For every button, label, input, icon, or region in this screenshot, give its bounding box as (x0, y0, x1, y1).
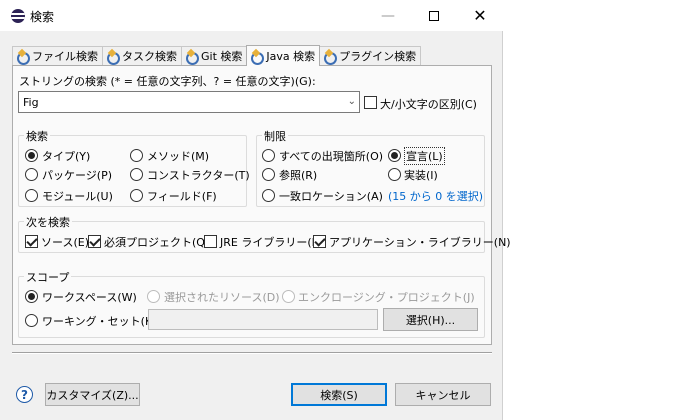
radio-declarations-label: 宣言(L) (404, 147, 445, 165)
working-set-field[interactable] (148, 309, 378, 330)
radio-implementors[interactable] (388, 168, 401, 181)
search-button[interactable]: 検索(S) (291, 383, 387, 406)
choose-working-set-button[interactable]: 選択(H)... (383, 308, 478, 331)
select-match-locations-link[interactable]: (15 から 0 を選択) (388, 188, 483, 204)
radio-selected-resources[interactable] (147, 290, 160, 303)
radio-module-label: モジュール(U) (42, 190, 113, 203)
radio-enclosing-projects-label: エンクロージング・プロジェクト(J) (298, 291, 475, 304)
jre-libraries-checkbox[interactable] (204, 235, 217, 248)
radio-field[interactable] (130, 189, 143, 202)
tab-plugin-search[interactable]: プラグイン検索 (319, 46, 422, 65)
close-icon: ✕ (473, 6, 487, 25)
app-libraries-label: アプリケーション・ライブラリー(N) (329, 236, 511, 249)
case-sensitive-checkbox[interactable] (364, 96, 377, 109)
search-string-combo[interactable]: Fig ⌄ (18, 91, 360, 113)
search-tab-icon (106, 50, 120, 65)
radio-module[interactable] (25, 189, 38, 202)
scope-title: スコープ (24, 269, 72, 285)
close-button[interactable]: ✕ (457, 0, 503, 31)
radio-working-set[interactable] (25, 314, 38, 327)
search-string-value: Fig (23, 96, 39, 109)
tab-label: Git 検索 (201, 50, 243, 63)
help-icon[interactable]: ? (16, 386, 33, 403)
search-tab-icon (323, 50, 338, 65)
chevron-down-icon[interactable]: ⌄ (348, 96, 356, 107)
tab-label: プラグイン検索 (339, 50, 417, 63)
eclipse-icon (11, 9, 25, 23)
tab-label: Java 検索 (266, 50, 316, 63)
search-string-label: ストリングの検索 (* = 任意の文字列、? = 任意の文字)(G): (19, 75, 316, 88)
radio-implementors-label: 実装(I) (404, 169, 438, 182)
search-dialog: 検索 — ✕ ファイル検索 タスク検索 Git 検索 Java 検索 プラグイン… (0, 0, 511, 420)
radio-constructor[interactable] (130, 168, 143, 181)
required-projects-checkbox[interactable] (88, 235, 101, 248)
radio-match-locations[interactable] (262, 189, 275, 202)
tab-strip: ファイル検索 タスク検索 Git 検索 Java 検索 プラグイン検索 (12, 45, 422, 66)
radio-match-locations-label: 一致ロケーション(A) (279, 190, 383, 203)
tab-git-search[interactable]: Git 検索 (181, 46, 248, 65)
minimize-icon: — (381, 7, 395, 24)
cancel-button[interactable]: キャンセル (395, 383, 491, 406)
search-for-title: 検索 (24, 128, 50, 144)
radio-type[interactable] (25, 149, 38, 162)
required-projects-label: 必須プロジェクト(Q) (104, 236, 210, 249)
divider (12, 352, 492, 354)
radio-workspace-label: ワークスペース(W) (42, 291, 137, 304)
search-tab-icon (250, 50, 265, 65)
radio-all-occurrences-label: すべての出現箇所(O) (279, 150, 384, 163)
radio-references-label: 参照(R) (279, 169, 318, 182)
window-title: 検索 (30, 10, 55, 24)
minimize-button[interactable]: — (365, 0, 411, 31)
source-checkbox[interactable] (25, 235, 38, 248)
radio-enclosing-projects[interactable] (282, 290, 295, 303)
search-in-title: 次を検索 (24, 214, 72, 230)
limit-to-title: 制限 (262, 128, 288, 144)
tab-task-search[interactable]: タスク検索 (102, 46, 182, 65)
radio-constructor-label: コンストラクター(T) (147, 169, 250, 182)
jre-libraries-label: JRE ライブラリー(B) (220, 236, 324, 249)
tab-java-search[interactable]: Java 検索 (246, 45, 321, 66)
radio-type-label: タイプ(Y) (42, 150, 91, 163)
radio-all-occurrences[interactable] (262, 149, 275, 162)
radio-package-label: パッケージ(P) (42, 169, 112, 182)
radio-workspace[interactable] (25, 290, 38, 303)
radio-method-label: メソッド(M) (147, 150, 210, 163)
radio-field-label: フィールド(F) (147, 190, 217, 203)
radio-references[interactable] (262, 168, 275, 181)
search-tab-icon (16, 50, 30, 65)
customize-button[interactable]: カスタマイズ(Z)... (45, 383, 140, 406)
source-label: ソース(E) (41, 236, 89, 249)
radio-method[interactable] (130, 149, 143, 162)
tab-label: ファイル検索 (32, 50, 98, 63)
tab-label: タスク検索 (122, 50, 177, 63)
radio-selected-resources-label: 選択されたリソース(D) (164, 291, 280, 304)
radio-working-set-label: ワーキング・セット(K): (42, 315, 161, 328)
radio-package[interactable] (25, 168, 38, 181)
maximize-icon (429, 10, 439, 21)
app-libraries-checkbox[interactable] (313, 235, 326, 248)
case-sensitive-label: 大/小文字の区別(C) (380, 98, 477, 111)
search-tab-icon (185, 50, 199, 65)
title-bar: 検索 — ✕ (0, 0, 503, 31)
radio-declarations[interactable] (388, 149, 401, 162)
tab-file-search[interactable]: ファイル検索 (12, 46, 103, 65)
maximize-button[interactable] (411, 0, 457, 31)
